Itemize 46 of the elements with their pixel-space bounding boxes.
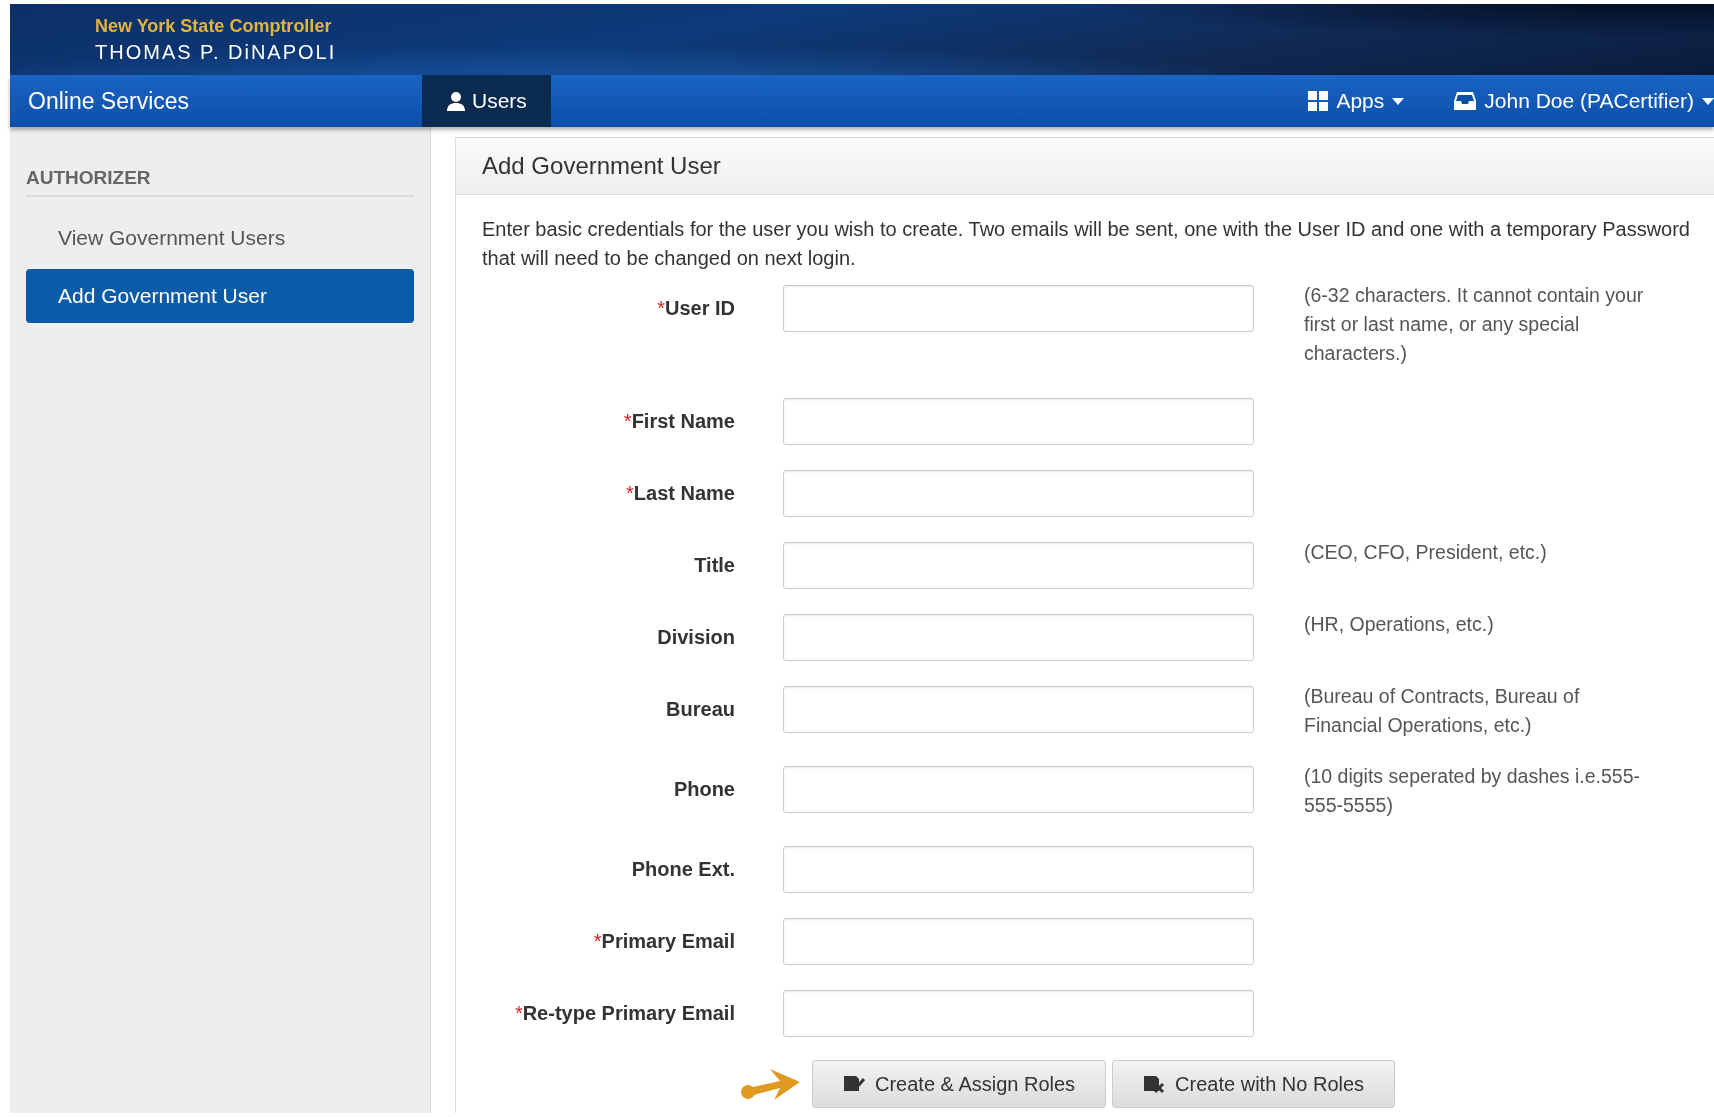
caret-icon	[1392, 97, 1405, 105]
field-label: *User ID	[656, 296, 736, 320]
field-label: *Last Name	[625, 481, 736, 505]
input-field[interactable]	[783, 990, 1254, 1037]
field-hint: (Bureau of Contracts, Bureau of Financial Operations, etc.)	[1303, 684, 1581, 738]
input-field[interactable]	[783, 614, 1254, 661]
input-field[interactable]	[783, 542, 1254, 589]
caret-icon	[1702, 97, 1714, 105]
field-label: Bureau	[665, 697, 736, 721]
input-field[interactable]	[783, 846, 1254, 893]
save-check-icon	[843, 1074, 865, 1094]
field-hint: (HR, Operations, etc.)	[1303, 612, 1495, 637]
field-hint: (6-32 characters. It cannot contain your first or last name, or any special characters.)	[1303, 283, 1645, 366]
field-label: Title	[693, 553, 736, 577]
sidebar-item[interactable]: View Government Users	[26, 211, 414, 265]
field-label: Phone	[672, 777, 736, 801]
grid-icon	[1308, 91, 1329, 111]
save-cross-icon	[1143, 1074, 1166, 1094]
user-menu[interactable]: John Doe (PACertifier)	[1454, 75, 1714, 127]
field-label: Phone Ext.	[630, 857, 736, 881]
create-button[interactable]: Create & Assign Roles	[812, 1060, 1107, 1108]
input-field[interactable]	[783, 766, 1254, 813]
field-label: *Re-type Primary Email	[513, 1001, 736, 1025]
input-field[interactable]	[783, 918, 1254, 965]
sidebar-heading: AUTHORIZER	[26, 167, 414, 197]
field-label: *First Name	[622, 409, 736, 433]
field-hint: (10 digits seperated by dashes i.e.555-555-5555)	[1303, 764, 1642, 818]
nav-tab[interactable]: Users	[422, 75, 551, 127]
inbox-icon	[1454, 91, 1477, 111]
sidebar-item[interactable]: Add Government User	[26, 269, 414, 323]
input-field[interactable]	[783, 285, 1254, 332]
create-button[interactable]: Create with No Roles	[1112, 1060, 1396, 1108]
field-hint: (CEO, CFO, President, etc.)	[1303, 540, 1548, 565]
user-icon	[446, 91, 466, 111]
pointer-arrow-icon	[740, 1066, 802, 1102]
field-label: *Primary Email	[592, 929, 736, 953]
input-field[interactable]	[783, 686, 1254, 733]
office-name: New York State Comptroller	[95, 15, 333, 37]
field-label: Division	[656, 625, 736, 649]
apps-menu[interactable]: Apps	[1308, 75, 1405, 127]
comptroller-name: THOMAS P. DiNAPOLI	[95, 40, 338, 64]
input-field[interactable]	[783, 398, 1254, 445]
input-field[interactable]	[783, 470, 1254, 517]
panel-title: Add Government User	[456, 138, 1714, 195]
app-title: Online Services	[27, 86, 191, 116]
intro-text: Enter basic credentials for the user you wish to create. Two emails will be sent, one with the User ID and one with a temporary Password that will need to be changed on next login.	[482, 217, 1690, 271]
